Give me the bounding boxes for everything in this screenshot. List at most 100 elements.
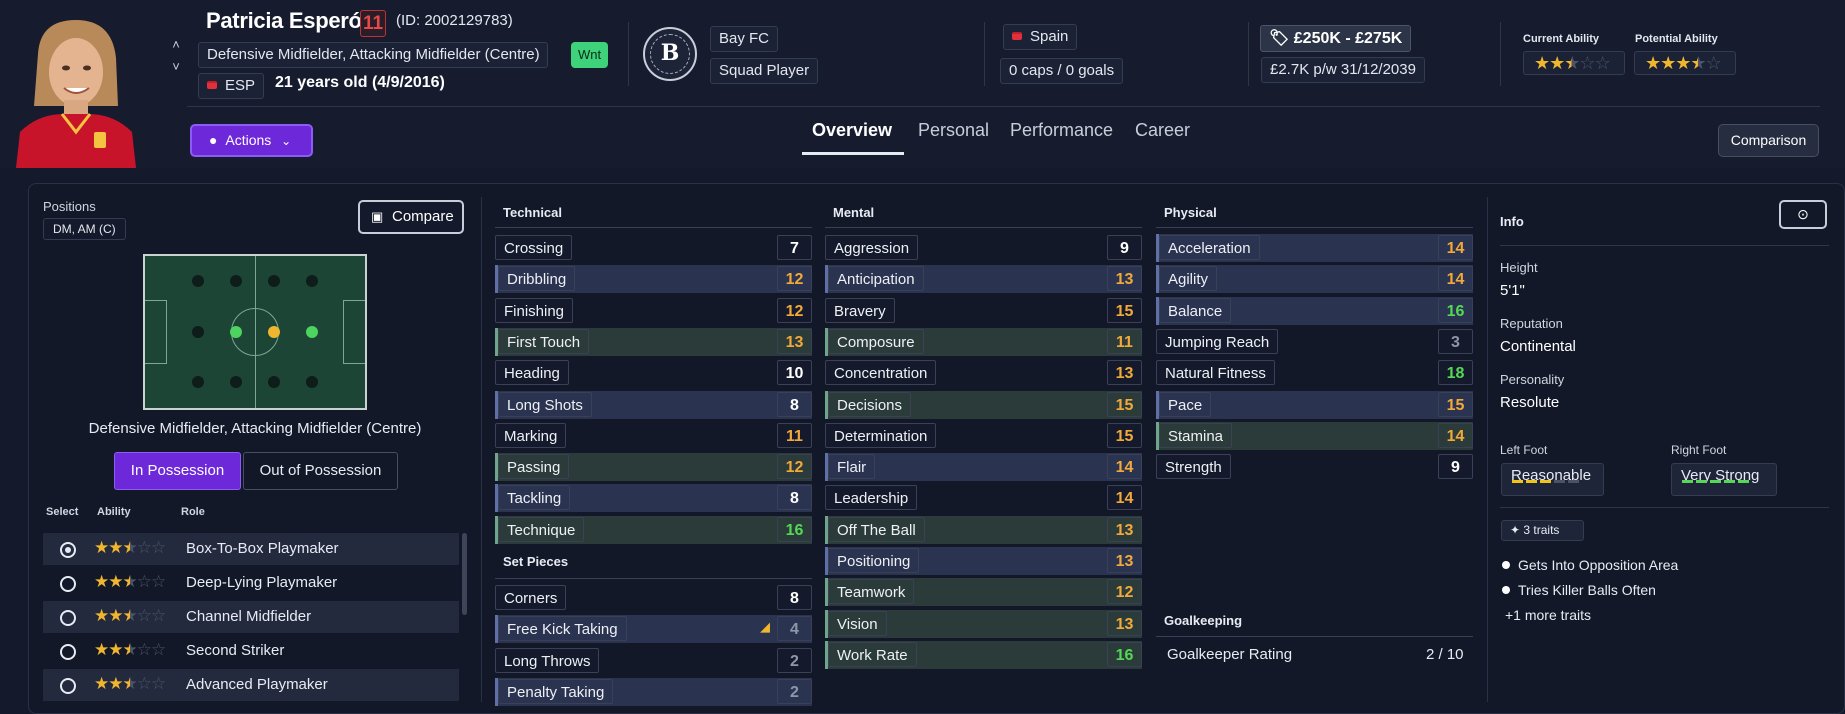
attribute-name: First Touch	[498, 328, 590, 354]
info-title: Info	[1500, 214, 1524, 229]
tab-career[interactable]: Career	[1135, 120, 1190, 141]
role-row[interactable]: ★★★☆☆ Advanced Playmaker	[43, 669, 459, 701]
traits-chip[interactable]: ✦ 3 traits	[1501, 520, 1584, 541]
reputation-value: Continental	[1500, 338, 1576, 355]
attribute-name: Determination	[825, 422, 937, 448]
attribute-row[interactable]: Tackling 8	[495, 484, 812, 513]
attribute-row[interactable]: Technique 16	[495, 515, 812, 544]
attribute-row[interactable]: Vision 13	[825, 609, 1142, 638]
attribute-row[interactable]: Marking 11	[495, 422, 812, 450]
attribute-row[interactable]: Flair 14	[825, 453, 1142, 482]
attribute-row[interactable]: Corners 8	[495, 584, 812, 612]
scout-icon[interactable]: ⊙	[1779, 200, 1827, 229]
attribute-row[interactable]: Penalty Taking 2	[495, 677, 812, 706]
chevron-down-icon: ⌄	[281, 134, 292, 148]
position-dot	[192, 275, 204, 287]
wnt-badge: Wnt	[571, 42, 609, 68]
club-name[interactable]: Bay FC	[710, 26, 779, 52]
comparison-button[interactable]: Comparison	[1718, 124, 1819, 157]
tab-performance[interactable]: Performance	[1010, 120, 1113, 141]
role-row[interactable]: ★★★☆☆ Channel Midfielder	[43, 601, 459, 633]
tab-personal[interactable]: Personal	[918, 120, 989, 141]
role-list-scrollbar[interactable]	[462, 533, 467, 615]
chevron-up-icon[interactable]: ˄	[168, 34, 184, 56]
out-of-possession-toggle[interactable]: Out of Possession	[243, 452, 398, 490]
attribute-name: Flair	[828, 454, 876, 480]
attribute-row[interactable]: Stamina 14	[1156, 421, 1473, 450]
role-radio[interactable]	[60, 678, 76, 694]
attribute-row[interactable]: Composure 11	[825, 327, 1142, 356]
attribute-row[interactable]: Positioning 13	[825, 547, 1142, 575]
attribute-row[interactable]: Crossing 7	[495, 234, 812, 262]
attribute-row[interactable]: Pace 15	[1156, 390, 1473, 419]
attribute-value: 16	[1107, 641, 1142, 667]
trait-item: Gets Into Opposition Area	[1518, 557, 1679, 573]
attribute-value: 13	[1107, 548, 1142, 573]
attribute-row[interactable]: Finishing 12	[495, 297, 812, 325]
role-radio[interactable]	[60, 644, 76, 660]
info-rule	[1500, 507, 1829, 508]
column-divider	[481, 197, 482, 702]
attribute-name: Long Throws	[495, 647, 600, 673]
attribute-row[interactable]: Leadership 14	[825, 484, 1142, 512]
attribute-row[interactable]: Bravery 15	[825, 297, 1142, 325]
role-row[interactable]: ★★★☆☆ Box-To-Box Playmaker	[43, 533, 459, 565]
role-radio[interactable]	[60, 542, 76, 558]
attribute-name: Composure	[828, 328, 924, 354]
attribute-row[interactable]: Anticipation 13	[825, 265, 1142, 294]
nation-name: Spain	[1030, 28, 1069, 45]
attribute-row[interactable]: Dribbling 12	[495, 265, 812, 294]
role-radio[interactable]	[60, 576, 76, 592]
role-row[interactable]: ★★★☆☆ Deep-Lying Playmaker	[43, 567, 459, 599]
attribute-name: Free Kick Taking	[498, 616, 627, 642]
attribute-row[interactable]: Acceleration 14	[1156, 234, 1473, 262]
attribute-value: 4	[777, 616, 812, 642]
attribute-row[interactable]: Long Shots 8	[495, 390, 812, 419]
attribute-row[interactable]: Natural Fitness 18	[1156, 359, 1473, 387]
attribute-row[interactable]: Passing 12	[495, 453, 812, 482]
attribute-row[interactable]: Work Rate 16	[825, 640, 1142, 669]
club-badge-icon[interactable]: B	[643, 27, 697, 81]
attribute-name: Acceleration	[1159, 235, 1260, 260]
attribute-row[interactable]: Agility 14	[1156, 265, 1473, 294]
role-name: Box-To-Box Playmaker	[186, 540, 339, 557]
actions-button[interactable]: ● Actions ⌄	[190, 124, 313, 157]
header-divider	[187, 106, 1820, 107]
role-ability-stars: ★★★☆☆	[94, 674, 166, 693]
compare-button[interactable]: ▣ Compare	[358, 200, 464, 234]
role-radio[interactable]	[60, 610, 76, 626]
attribute-value: 11	[1107, 328, 1142, 354]
physical-rule	[1156, 227, 1473, 228]
divider	[1248, 22, 1249, 86]
set-pieces-title: Set Pieces	[503, 554, 569, 569]
chevron-down-icon[interactable]: ˅	[168, 56, 184, 78]
attribute-row[interactable]: Free Kick Taking 4 ◢	[495, 615, 812, 644]
attribute-row[interactable]: Aggression 9	[825, 234, 1142, 262]
attribute-row[interactable]: Concentration 13	[825, 359, 1142, 387]
attribute-value: 14	[1107, 454, 1142, 480]
role-row[interactable]: ★★★☆☆ Second Striker	[43, 635, 459, 667]
tag-icon: 🏷	[1269, 30, 1290, 47]
player-portrait	[10, 14, 142, 168]
attribute-row[interactable]: Jumping Reach 3	[1156, 328, 1473, 356]
attribute-row[interactable]: Teamwork 12	[825, 578, 1142, 607]
positions-title: Positions	[43, 199, 96, 214]
attribute-row[interactable]: Balance 16	[1156, 296, 1473, 325]
attribute-value: 12	[777, 266, 812, 292]
attribute-row[interactable]: Determination 15	[825, 422, 1142, 450]
role-name: Advanced Playmaker	[186, 676, 328, 693]
attribute-row[interactable]: Long Throws 2	[495, 647, 812, 675]
attribute-row[interactable]: Heading 10	[495, 359, 812, 387]
attribute-row[interactable]: Strength 9	[1156, 453, 1473, 481]
attribute-row[interactable]: Off The Ball 13	[825, 515, 1142, 544]
tab-overview[interactable]: Overview	[812, 120, 892, 141]
ability-column-header: Ability	[97, 506, 131, 518]
attribute-row[interactable]: Decisions 15	[825, 390, 1142, 419]
more-traits-link[interactable]: +1 more traits	[1505, 607, 1591, 623]
in-possession-toggle[interactable]: In Possession	[114, 452, 241, 490]
mental-title: Mental	[833, 205, 875, 220]
nation-chip[interactable]: Spain	[1003, 24, 1078, 50]
attribute-name: Corners	[495, 585, 567, 610]
attribute-row[interactable]: First Touch 13	[495, 327, 812, 356]
attribute-name: Jumping Reach	[1156, 328, 1279, 354]
